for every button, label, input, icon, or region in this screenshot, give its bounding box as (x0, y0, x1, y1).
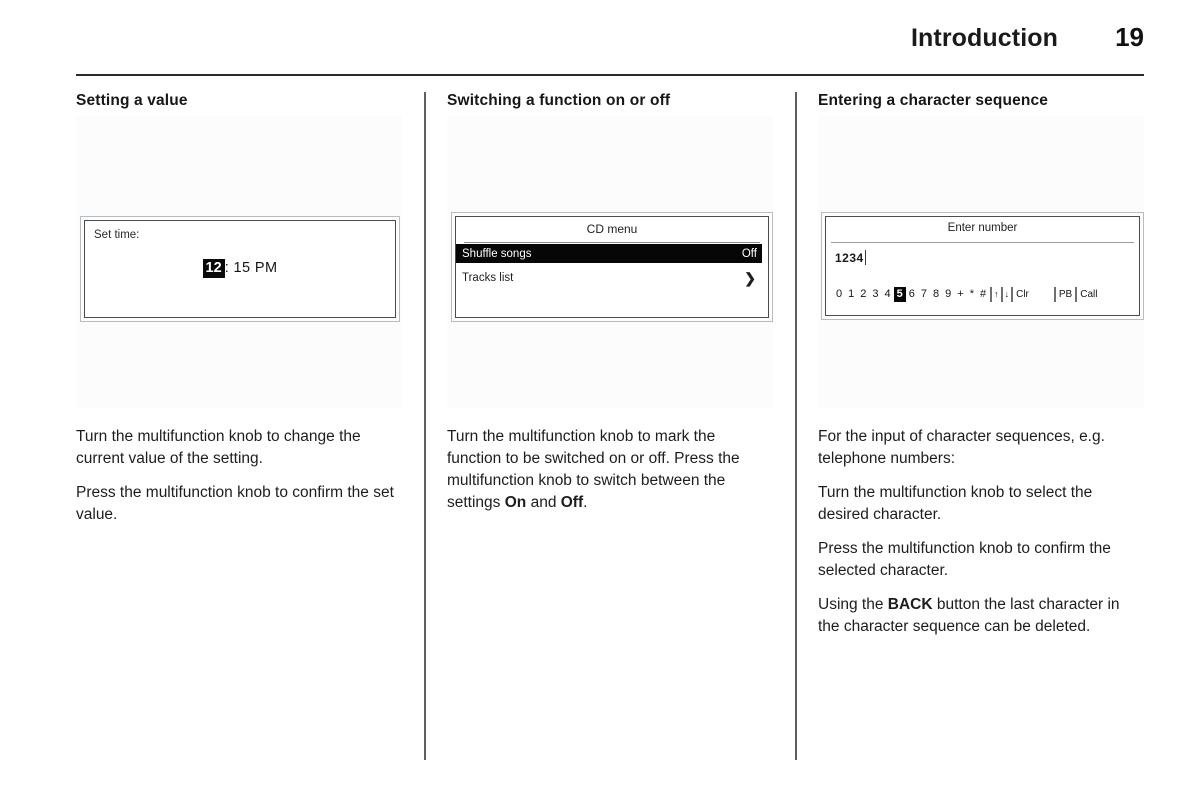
display-cd-menu-screen: CD menu Shuffle songs Off Tracks list ❯ (455, 216, 769, 318)
key-asterisk: * (969, 288, 974, 300)
enter-number-separator (831, 242, 1134, 243)
set-time-value: 12: 15 PM (85, 259, 395, 278)
key-4: 4 (884, 288, 891, 300)
column-1-paragraph-2: Press the multifunction knob to confirm … (76, 484, 394, 523)
key-1: 1 (848, 288, 855, 300)
key-separator-5 (1075, 286, 1078, 302)
arrow-down-icon: ↓ (1004, 289, 1010, 299)
key-separator-1 (990, 286, 993, 302)
column-1-heading: Setting a value (76, 92, 188, 109)
button-clear: Clr (1016, 288, 1029, 300)
display-cd-menu: CD menu Shuffle songs Off Tracks list ❯ (451, 212, 773, 322)
column-setting-a-value: Setting a value Set time: 12: 15 PM Turn… (76, 92, 402, 762)
display-enter-number-screen: Enter number 1234 0 1 2 3 4 5 6 7 8 9 + … (825, 216, 1140, 316)
column-3-paragraph-1: For the input of character sequences, e.… (818, 428, 1105, 467)
page-number: 19 (1115, 22, 1144, 52)
column-2-p1-bold-off: Off (560, 494, 584, 511)
column-3-paragraph-4: Using the BACK button the last character… (818, 594, 1144, 638)
column-3-p4-part-a: Using the (818, 596, 888, 613)
key-separator-4 (1053, 286, 1056, 302)
column-entering-a-character-sequence: Entering a character sequence Enter numb… (818, 92, 1144, 762)
column-3-illustration: Enter number 1234 0 1 2 3 4 5 6 7 8 9 + … (818, 116, 1144, 408)
column-2-paragraph-1: Turn the multifunction knob to mark the … (447, 426, 773, 514)
key-separator-3 (1011, 286, 1014, 302)
cd-menu-row-shuffle-songs-label: Shuffle songs (462, 247, 532, 260)
key-5-selected: 5 (893, 286, 906, 302)
column-2-illustration: CD menu Shuffle songs Off Tracks list ❯ (447, 116, 773, 408)
set-time-selected-field: 12 (202, 259, 225, 278)
cd-menu-title: CD menu (586, 222, 638, 236)
column-gap-1 (402, 92, 447, 762)
cd-menu-separator (464, 242, 760, 243)
key-0: 0 (836, 288, 843, 300)
cd-menu-row-shuffle-songs-value: Off (741, 247, 757, 260)
column-3-p4-bold-back: BACK (887, 596, 933, 613)
button-phonebook: PB (1058, 288, 1073, 300)
key-hash: # (979, 288, 987, 300)
column-3-body: For the input of character sequences, e.… (818, 426, 1144, 638)
page-title: Introduction (910, 24, 1058, 52)
column-1-paragraph-1: Turn the multifunction knob to change th… (76, 428, 361, 467)
column-3-paragraph-2: Turn the multifunction knob to select th… (818, 484, 1093, 523)
column-divider-1 (424, 92, 426, 760)
key-6: 6 (908, 288, 915, 300)
column-2-p1-part-c: . (583, 494, 588, 511)
set-time-label: Set time: (94, 229, 140, 241)
key-7: 7 (920, 288, 927, 300)
column-2-heading: Switching a function on or off (447, 92, 671, 109)
enter-number-digits: 1234 (835, 251, 864, 265)
column-3-paragraph-3: Press the multifunction knob to confirm … (818, 540, 1111, 579)
cd-menu-row-shuffle-songs: Shuffle songs Off (456, 244, 762, 263)
cd-menu-row-tracks-list: Tracks list ❯ (456, 268, 762, 287)
column-3-heading: Entering a character sequence (818, 92, 1049, 109)
column-divider-2 (795, 92, 797, 760)
key-separator-2 (1000, 286, 1003, 302)
text-cursor-icon (864, 250, 866, 265)
key-8: 8 (933, 288, 940, 300)
key-9: 9 (945, 288, 952, 300)
key-2: 2 (860, 288, 867, 300)
display-set-time: Set time: 12: 15 PM (80, 216, 400, 322)
display-enter-number: Enter number 1234 0 1 2 3 4 5 6 7 8 9 + … (821, 212, 1144, 320)
column-2-p1-part-a: Turn the multifunction knob to mark the … (447, 428, 740, 511)
chevron-right-icon: ❯ (744, 269, 756, 286)
arrow-up-icon: ↑ (994, 289, 999, 299)
column-1-illustration: Set time: 12: 15 PM (76, 116, 402, 408)
column-2-body: Turn the multifunction knob to mark the … (447, 426, 773, 514)
column-2-p1-bold-on: On (504, 494, 527, 511)
column-2-p1-part-b: and (526, 494, 561, 511)
set-time-rest-value: : 15 PM (224, 260, 278, 276)
content-columns: Setting a value Set time: 12: 15 PM Turn… (76, 92, 1144, 762)
enter-number-value: 1234 (835, 250, 866, 265)
cd-menu-row-tracks-list-label: Tracks list (462, 271, 514, 284)
enter-number-keyboard: 0 1 2 3 4 5 6 7 8 9 + * # ↑ ↓ Clr PB Cal… (833, 283, 1135, 305)
display-set-time-screen: Set time: 12: 15 PM (84, 220, 396, 318)
page-header: Introduction 19 (76, 22, 1144, 53)
enter-number-title: Enter number (947, 222, 1018, 234)
header-rule (76, 74, 1144, 76)
key-plus: + (957, 288, 964, 300)
column-gap-2 (773, 92, 818, 762)
column-switching-a-function: Switching a function on or off CD menu S… (447, 92, 773, 762)
column-1-body: Turn the multifunction knob to change th… (76, 426, 402, 526)
key-3: 3 (872, 288, 879, 300)
button-call: Call (1080, 288, 1098, 300)
